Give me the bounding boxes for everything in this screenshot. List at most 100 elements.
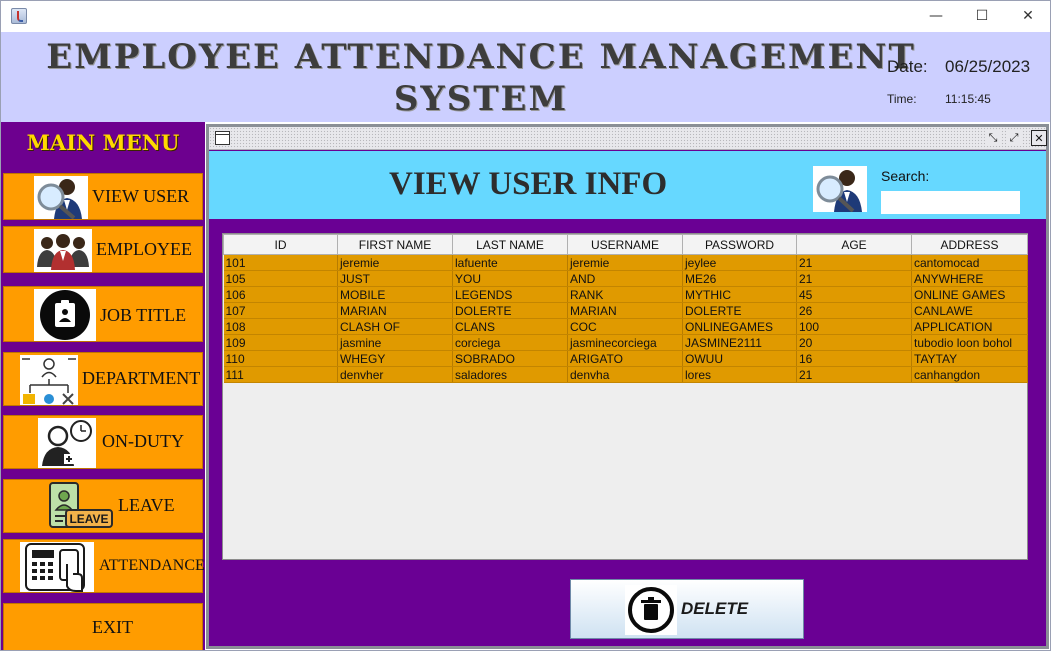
table-row[interactable]: 106 MOBILE LEGENDS RANK MYTHIC 45 ONLINE GAMES xyxy=(223,286,1028,303)
on-duty-button[interactable]: ON-DUTY xyxy=(3,415,203,469)
leave-label: LEAVE xyxy=(118,495,175,515)
department-button[interactable]: DEPARTMENT xyxy=(3,352,203,406)
cell-last-name[interactable]: YOU xyxy=(452,270,568,287)
cell-username[interactable]: MARIAN xyxy=(567,302,683,319)
cell-age[interactable]: 45 xyxy=(796,286,912,303)
cell-address[interactable]: tubodio loon bohol xyxy=(911,334,1028,351)
cell-address[interactable]: APPLICATION xyxy=(911,318,1028,335)
app-header: Employee Attendance Management System Da… xyxy=(1,32,1050,122)
cell-age[interactable]: 21 xyxy=(796,270,912,287)
delete-button[interactable]: DELETE xyxy=(570,579,804,639)
cell-id[interactable]: 105 xyxy=(223,270,338,287)
cell-password[interactable]: DOLERTE xyxy=(682,302,797,319)
table-row[interactable]: 110 WHEGY SOBRADO ARIGATO OWUU 16 TAYTAY xyxy=(223,350,1028,367)
table-row[interactable]: 107 MARIAN DOLERTE MARIAN DOLERTE 26 CANLAWE xyxy=(223,302,1028,319)
cell-password[interactable]: MYTHIC xyxy=(682,286,797,303)
table-row[interactable]: 108 CLASH OF CLANS COC ONLINEGAMES 100 APPLICA… xyxy=(223,318,1028,335)
cell-first-name[interactable]: CLASH OF xyxy=(337,318,453,335)
frame-restore-icon[interactable]: ⤡ xyxy=(985,130,1001,146)
user-search-icon xyxy=(813,166,867,213)
minimize-button[interactable]: — xyxy=(913,5,959,27)
attendance-button[interactable]: ATTENDANCE xyxy=(3,539,205,593)
cell-username[interactable]: ARIGATO xyxy=(567,350,683,367)
cell-id[interactable]: 101 xyxy=(223,254,338,271)
table-row[interactable]: 111 denvher saladores denvha lores 21 canhangd… xyxy=(223,366,1028,383)
search-input[interactable] xyxy=(881,191,1020,214)
column-header-username[interactable]: USERNAME xyxy=(567,234,683,255)
internal-frame-titlebar[interactable]: ⤡ ⤢ ✕ xyxy=(209,127,1047,150)
cell-last-name[interactable]: SOBRADO xyxy=(452,350,568,367)
cell-id[interactable]: 108 xyxy=(223,318,338,335)
cell-first-name[interactable]: jeremie xyxy=(337,254,453,271)
column-header-first-name[interactable]: FIRST NAME xyxy=(337,234,453,255)
cell-username[interactable]: COC xyxy=(567,318,683,335)
employee-button[interactable]: EMPLOYEE xyxy=(3,226,203,273)
table-row[interactable]: 105 JUST YOU AND ME26 21 ANYWHERE xyxy=(223,270,1028,287)
cell-password[interactable]: lores xyxy=(682,366,797,383)
maximize-button[interactable]: ☐ xyxy=(959,5,1005,27)
cell-address[interactable]: CANLAWE xyxy=(911,302,1028,319)
cell-password[interactable]: JASMINE2111 xyxy=(682,334,797,351)
job-title-button[interactable]: JOB TITLE xyxy=(3,286,203,342)
cell-id[interactable]: 107 xyxy=(223,302,338,319)
exit-button[interactable]: EXIT xyxy=(3,603,203,650)
column-header-id[interactable]: ID xyxy=(223,234,338,255)
cell-last-name[interactable]: saladores xyxy=(452,366,568,383)
cell-first-name[interactable]: MOBILE xyxy=(337,286,453,303)
column-header-age[interactable]: AGE xyxy=(796,234,912,255)
cell-age[interactable]: 20 xyxy=(796,334,912,351)
table-row[interactable]: 109 jasmine corciega jasminecorciega JASMINE… xyxy=(223,334,1028,351)
frame-maximize-icon[interactable]: ⤢ xyxy=(1006,130,1022,146)
frame-close-icon[interactable]: ✕ xyxy=(1031,130,1047,146)
cell-age[interactable]: 16 xyxy=(796,350,912,367)
cell-last-name[interactable]: DOLERTE xyxy=(452,302,568,319)
cell-address[interactable]: ANYWHERE xyxy=(911,270,1028,287)
attendance-label: ATTENDANCE xyxy=(99,557,205,574)
cell-last-name[interactable]: CLANS xyxy=(452,318,568,335)
cell-password[interactable]: ONLINEGAMES xyxy=(682,318,797,335)
column-header-password[interactable]: PASSWORD xyxy=(682,234,797,255)
leave-button[interactable]: LEAVE LEAVE xyxy=(3,479,203,533)
cell-address[interactable]: TAYTAY xyxy=(911,350,1028,367)
cell-first-name[interactable]: JUST xyxy=(337,270,453,287)
cell-username[interactable]: RANK xyxy=(567,286,683,303)
cell-username[interactable]: jasminecorciega xyxy=(567,334,683,351)
cell-id[interactable]: 111 xyxy=(223,366,338,383)
cell-password[interactable]: ME26 xyxy=(682,270,797,287)
column-header-address[interactable]: ADDRESS xyxy=(911,234,1028,255)
table-row[interactable]: 101 jeremie lafuente jeremie jeylee 21 cantomo… xyxy=(223,254,1028,271)
cell-address[interactable]: cantomocad xyxy=(911,254,1028,271)
fingerprint-scanner-icon xyxy=(20,542,94,592)
cell-password[interactable]: OWUU xyxy=(682,350,797,367)
cell-address[interactable]: canhangdon xyxy=(911,366,1028,383)
close-window-button[interactable]: ✕ xyxy=(1005,5,1050,27)
cell-last-name[interactable]: corciega xyxy=(452,334,568,351)
on-duty-icon xyxy=(38,418,96,468)
view-user-button[interactable]: VIEW USER xyxy=(3,173,203,220)
column-header-last-name[interactable]: LAST NAME xyxy=(452,234,568,255)
cell-id[interactable]: 109 xyxy=(223,334,338,351)
cell-first-name[interactable]: denvher xyxy=(337,366,453,383)
cell-age[interactable]: 100 xyxy=(796,318,912,335)
cell-age[interactable]: 21 xyxy=(796,366,912,383)
cell-last-name[interactable]: lafuente xyxy=(452,254,568,271)
users-table-scrollpane[interactable]: ID FIRST NAME LAST NAME USERNAME PASSWOR… xyxy=(222,233,1028,560)
cell-last-name[interactable]: LEGENDS xyxy=(452,286,568,303)
cell-first-name[interactable]: MARIAN xyxy=(337,302,453,319)
app-title: Employee Attendance Management System xyxy=(46,37,916,119)
cell-first-name[interactable]: jasmine xyxy=(337,334,453,351)
time-label: Time: xyxy=(887,92,917,106)
exit-label: EXIT xyxy=(92,617,133,637)
cell-username[interactable]: denvha xyxy=(567,366,683,383)
cell-password[interactable]: jeylee xyxy=(682,254,797,271)
cell-username[interactable]: jeremie xyxy=(567,254,683,271)
cell-age[interactable]: 21 xyxy=(796,254,912,271)
view-user-header-panel: VIEW USER INFO Search: xyxy=(209,151,1046,219)
cell-address[interactable]: ONLINE GAMES xyxy=(911,286,1028,303)
cell-age[interactable]: 26 xyxy=(796,302,912,319)
cell-id[interactable]: 110 xyxy=(223,350,338,367)
cell-username[interactable]: AND xyxy=(567,270,683,287)
cell-id[interactable]: 106 xyxy=(223,286,338,303)
cell-first-name[interactable]: WHEGY xyxy=(337,350,453,367)
users-table[interactable]: ID FIRST NAME LAST NAME USERNAME PASSWOR… xyxy=(223,234,1028,383)
